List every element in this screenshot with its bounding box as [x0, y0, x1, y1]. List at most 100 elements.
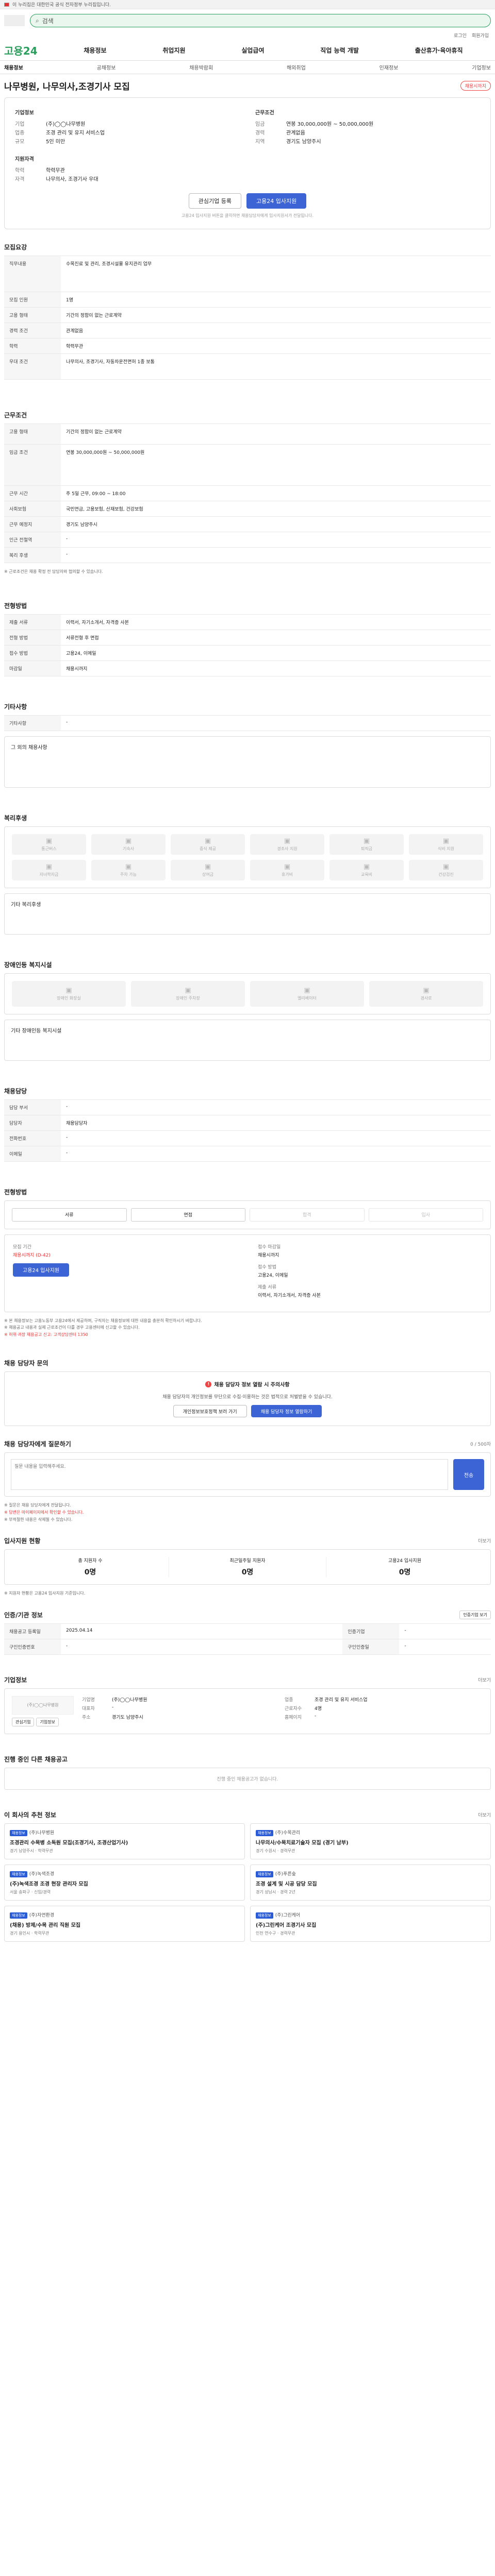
row-header: 복리 후생 [4, 547, 61, 563]
row-header: 사회보험 [4, 501, 61, 517]
company-logo-col: (주)◯◯나무병원 관심기업 기업정보 [12, 1696, 74, 1726]
recommend-company: (주)푸른숲 [275, 1871, 296, 1877]
gnb-item[interactable]: 실업급여 [241, 46, 264, 55]
apply-col-left: 모집 기간 채용시까지 (D-42) 고용24 입사지원 [13, 1243, 237, 1303]
table-row: 직무내용 수목진료 및 관리, 조경시설물 유지관리 업무 [4, 256, 491, 292]
recommend-card[interactable]: 채용정보 (주)나무병원 조경관리 수목병 소독원 모집(조경기사, 조경산업기사)… [4, 1823, 245, 1859]
gnb-item[interactable]: 취업지원 [162, 46, 185, 55]
gnb-item[interactable]: 직업 능력 개발 [320, 46, 359, 55]
stats-heading: 입사지원 현황 [4, 1537, 41, 1545]
process-steps: 서류 면접 합격 입사 [4, 1200, 491, 1229]
company-interest-button[interactable]: 관심기업 [12, 1717, 35, 1726]
welfare-item: ▣ 경조사 지원 [250, 834, 324, 855]
summary-value: (주)◯◯나무병원 [46, 122, 86, 127]
recommend-card[interactable]: 채용정보 (주)푸른숲 조경 설계 및 시공 담당 모집 경기 성남시 · 경력 2년 [250, 1864, 491, 1901]
apply-method-value: 고용24, 이메일 [258, 1273, 288, 1278]
recommend-card[interactable]: 채용정보 (주)자연환경 (채용) 방제/수목 관리 직원 모집 경기 용인시 · 학… [4, 1905, 245, 1942]
work-table: 고용 형태 기간의 정함이 없는 근로계약 임금 조건 연봉 30,000,000원… [4, 423, 491, 563]
process-apply-button[interactable]: 고용24 입사지원 [13, 1263, 70, 1277]
company-more-link[interactable]: 더보기 [478, 1676, 491, 1683]
interest-button[interactable]: 관심기업 등록 [188, 193, 241, 209]
welfare-icon: ▣ [363, 862, 370, 871]
job-summary-card: 기업정보 기업 (주)◯◯나무병원 업종 조경 관리 및 유지 서비스업 규모 5인 … [4, 97, 491, 229]
company-key: 기업명 [82, 1697, 95, 1703]
chat-buttons: 개인정보보호정책 보러 가기 채용 담당자 정보 열람하기 [13, 1405, 482, 1418]
process-heading: 전형방법 [4, 1188, 27, 1196]
subnav-item[interactable]: 채용정보 [4, 63, 23, 71]
subnav-item[interactable]: 기업정보 [472, 63, 491, 71]
summary-row: 경력 관계없음 [255, 129, 480, 138]
summary-req-label: 지원자격 [15, 157, 34, 162]
meta-more-button[interactable]: 인증기업 보기 [459, 1610, 491, 1619]
search-input[interactable]: ⌕ 검색 [30, 14, 491, 27]
table-row: 복리 후생 - [4, 547, 491, 563]
apply-button[interactable]: 고용24 입사지원 [246, 193, 307, 209]
row-value: - [61, 1145, 491, 1162]
recommend-title: (주)그린케어 조경기사 모집 [256, 1922, 317, 1928]
summary-key: 지역 [255, 139, 265, 145]
row-value: 관계없음 [61, 323, 491, 338]
row-header: 근무 예정지 [4, 516, 61, 532]
summary-cond-label: 근무조건 [255, 110, 274, 116]
brand-logo[interactable]: 고용24 [4, 43, 56, 58]
summary-key: 경력 [255, 130, 265, 136]
recommend-card[interactable]: 채용정보 (주)그린케어 (주)그린케어 조경기사 모집 인천 연수구 · 경력무관 [250, 1905, 491, 1942]
recruit-heading: 모집요강 [4, 244, 27, 251]
topbar: ⌕ 검색 [0, 9, 495, 32]
recommend-card[interactable]: 채용정보 (주)녹색조경 (주)녹색조경 조경 현장 관리자 모집 서울 송파구 · … [4, 1864, 245, 1901]
work-heading: 근무조건 [4, 412, 27, 419]
row-value: - [61, 1638, 343, 1655]
summary-key: 업종 [15, 130, 25, 136]
welfare-label: 통근버스 [41, 846, 57, 851]
privacy-policy-button[interactable]: 개인정보보호정책 보러 가기 [173, 1405, 247, 1418]
subnav-item[interactable]: 공채정보 [97, 63, 116, 71]
company-card: (주)◯◯나무병원 관심기업 기업정보 기업명 (주)◯◯나무병원 업종 조경 관리… [4, 1688, 491, 1734]
send-button[interactable]: 전송 [453, 1459, 484, 1490]
subnav-item[interactable]: 인재정보 [380, 63, 399, 71]
stats-more-link[interactable]: 더보기 [478, 1537, 491, 1544]
gnb-item[interactable]: 출산휴가·육아휴직 [415, 46, 463, 55]
row-value: 연봉 30,000,000원 ~ 50,000,000원 [61, 444, 491, 486]
row-header: 학력 [4, 338, 61, 354]
recommend-more-link[interactable]: 더보기 [478, 1811, 491, 1818]
company-key: 업종 [285, 1697, 293, 1703]
subnav-item[interactable]: 해외취업 [287, 63, 306, 71]
gnb-item[interactable]: 채용정보 [84, 46, 106, 55]
row-value: 이력서, 자기소개서, 자격증 사본 [61, 614, 491, 630]
question-input[interactable] [11, 1459, 448, 1490]
company-value: 조경 관리 및 유지 서비스업 [315, 1697, 368, 1703]
welfare-label: 퇴직금 [360, 846, 373, 851]
row-header: 마감일 [4, 660, 61, 676]
recommend-title: (채용) 방제/수목 관리 직원 모집 [10, 1922, 81, 1928]
company-info-button[interactable]: 기업정보 [36, 1717, 59, 1726]
chat-heading: 채용 담당자 문의 [4, 1360, 48, 1367]
summary-row: 업종 조경 관리 및 유지 서비스업 [15, 129, 240, 138]
recommend-tag: 채용정보 [10, 1829, 27, 1836]
welfare-icon: ▣ [284, 837, 291, 845]
row-header: 고용 형태 [4, 307, 61, 323]
row-value: 학력무관 [61, 338, 491, 354]
table-row: 기타사항 - [4, 715, 491, 731]
table-row: 고용 형태 기간의 정함이 없는 근로계약 [4, 423, 491, 445]
company-buttons: 관심기업 기업정보 [12, 1717, 74, 1726]
welfare-icon: ▣ [204, 862, 211, 871]
subnav-item[interactable]: 채용박람회 [189, 63, 213, 71]
company-value: 경기도 남양주시 [112, 1715, 143, 1720]
chat-box: ! 채용 담당자 정보 열람 시 주의사항 채용 담당자의 개인정보를 무단으로… [4, 1371, 491, 1427]
step-item: 면접 [130, 1208, 245, 1222]
recommend-card[interactable]: 채용정보 (주)수목관리 나무의사/수목치료기술자 모집 (경기 남부) 경기 수원시… [250, 1823, 491, 1859]
site-logo[interactable] [4, 15, 25, 26]
row-value: - [399, 1638, 491, 1655]
recommend-meta: 인천 연수구 · 경력무관 [256, 1930, 295, 1936]
view-recruiter-button[interactable]: 채용 담당자 정보 열람하기 [251, 1405, 322, 1418]
row-header: 전화번호 [4, 1130, 61, 1146]
table-row: 담당 부서 - [4, 1099, 491, 1115]
welfare-item: ▣ 통근버스 [12, 834, 86, 855]
recommend-title: 나무의사/수목치료기술자 모집 (경기 남부) [256, 1840, 349, 1846]
stat-item: 고용24 입사지원 0명 [326, 1557, 483, 1577]
login-link[interactable]: 로그인 [454, 32, 467, 40]
row-value: 채용시까지 [61, 660, 491, 676]
welfare-item: ▣ 상여금 [171, 859, 245, 880]
recommend-head: 이 회사의 추천 정보 더보기 [4, 1810, 491, 1819]
signup-link[interactable]: 회원가입 [472, 32, 489, 40]
